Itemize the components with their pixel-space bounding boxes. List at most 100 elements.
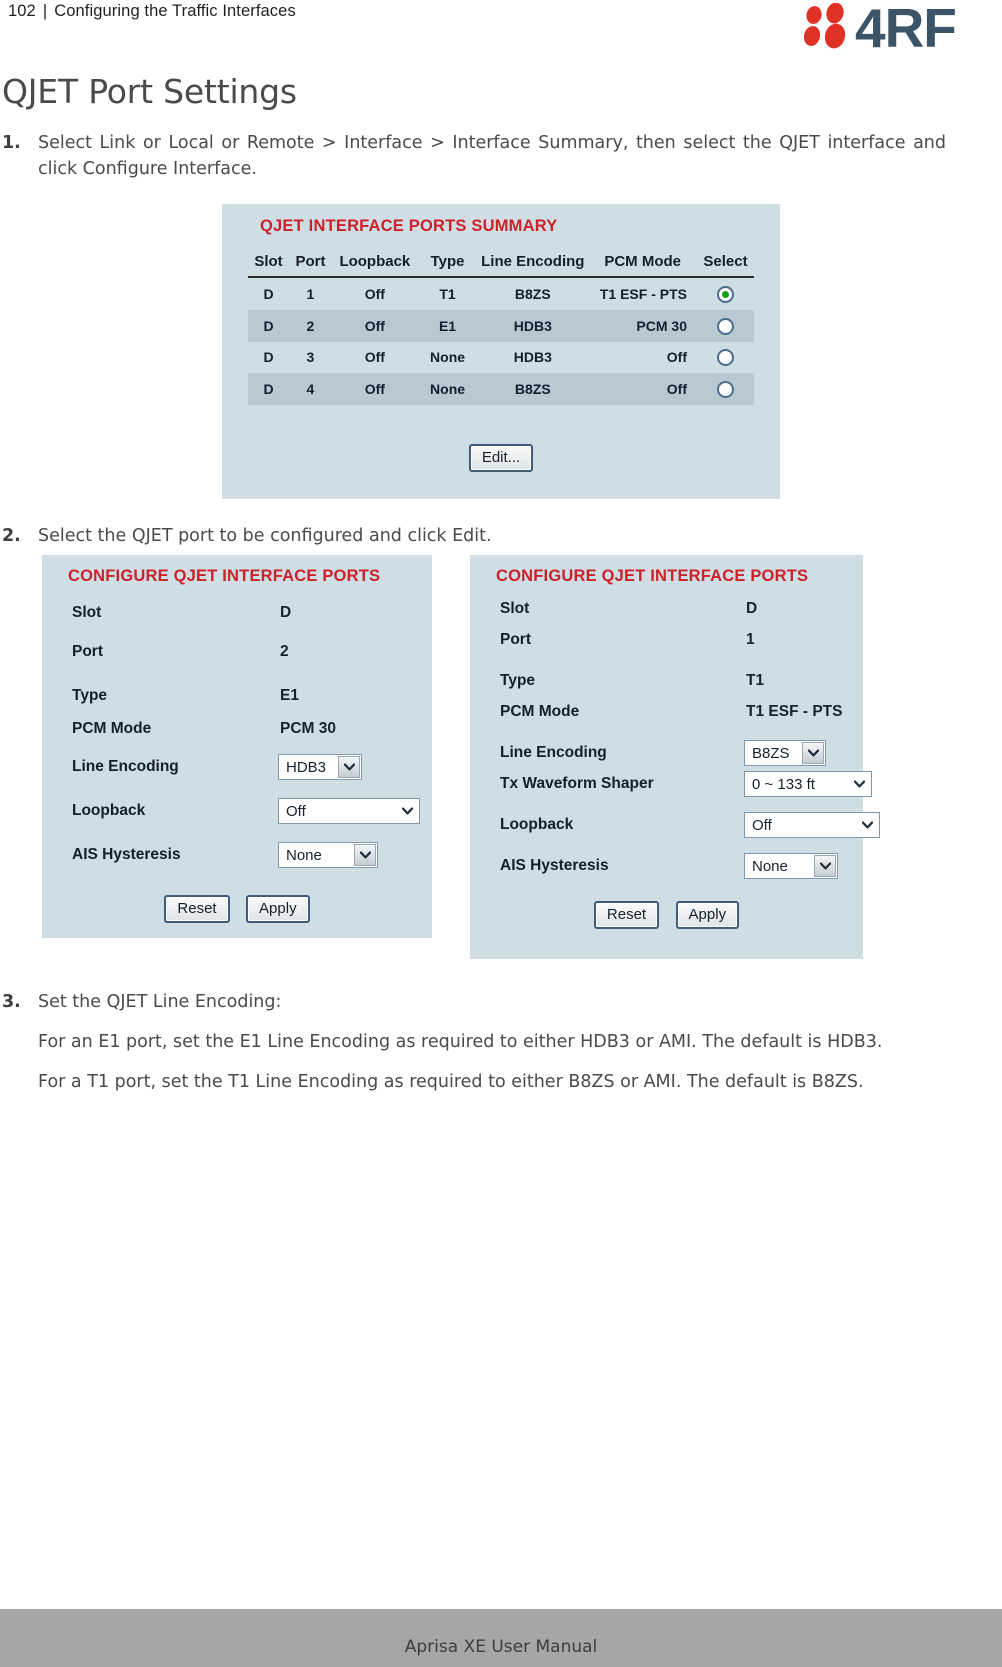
field-row-type: Type T1 [500,669,855,693]
table-row[interactable]: D 4 Off None B8ZS Off [248,373,754,406]
field-row-loopback: Loopback Off [500,812,880,838]
cell-slot: D [263,285,274,302]
column-header-loopback: Loopback [331,248,418,278]
cell-select[interactable] [696,309,754,342]
loopback-select-value: Off [286,802,306,820]
chevron-down-icon [814,855,836,877]
apply-button[interactable]: Apply [675,901,740,929]
label-port: Port [500,631,531,648]
field-row-loopback: Loopback Off [72,798,424,824]
chevron-down-icon [396,800,418,822]
loopback-select[interactable]: Off [278,798,420,824]
label-line-encoding: Line Encoding [72,758,179,775]
ports-summary-table: Slot Port Loopback Type Line Encoding PC… [248,248,754,406]
label-type: Type [72,687,108,704]
cell-select[interactable] [697,342,754,374]
configure-right-title: CONFIGURE QJET INTERFACE PORTS [496,567,809,585]
value-port: 2 [280,643,289,660]
footer-title: Aprisa XE User Manual [404,1637,598,1657]
tx-waveform-shaper-select[interactable]: 0 ~ 133 ft [744,771,872,797]
configure-right-button-row: Reset Apply [470,901,863,929]
cell-type: None [417,373,478,406]
cell-pcm-mode: T1 ESF - PTS [599,285,687,302]
cell-loopback: Off [364,349,385,366]
page-title: QJET Port Settings [2,72,297,111]
paragraph-e1-line-encoding: For an E1 port, set the E1 Line Encoding… [38,1032,883,1052]
ais-hysteresis-select[interactable]: None [278,842,378,868]
label-ais-hysteresis: AIS Hysteresis [72,846,181,863]
edit-button[interactable]: Edit... [468,444,534,472]
summary-panel-title: QJET INTERFACE PORTS SUMMARY [260,217,558,235]
field-row-pcm-mode: PCM Mode T1 ESF - PTS [500,700,855,724]
step-1: 1. Select Link or Local or Remote > Inte… [0,130,1002,182]
label-type: Type [500,672,536,689]
line-encoding-select-value: B8ZS [752,744,790,762]
page-header: 102 | Configuring the Traffic Interfaces 4… [0,0,1002,59]
field-row-port: Port 2 [72,640,424,664]
configure-qjet-panel-e1: CONFIGURE QJET INTERFACE PORTS Slot D Po… [42,555,432,938]
chevron-down-icon [856,814,878,836]
value-slot: D [280,604,292,621]
reset-button[interactable]: Reset [164,895,230,923]
cell-pcm-mode: Off [588,373,697,406]
label-tx-waveform-shaper: Tx Waveform Shaper [500,775,654,792]
cell-loopback: Off [331,309,418,342]
value-pcm-mode: PCM 30 [280,720,336,737]
table-row[interactable]: D 2 Off E1 HDB3 PCM 30 [248,309,754,342]
value-type: T1 [746,672,765,689]
field-row-slot: Slot D [500,597,855,621]
cell-select[interactable] [696,373,754,406]
field-row-line-encoding: Line Encoding HDB3 [72,754,424,780]
label-pcm-mode: PCM Mode [72,720,152,737]
label-pcm-mode: PCM Mode [500,703,580,720]
4rf-logo-svg: 4RF [803,0,957,59]
line-encoding-select-value: HDB3 [286,758,327,776]
select-radio-port-4[interactable] [716,381,734,399]
step-3-number: 3. [2,992,21,1012]
configure-left-title: CONFIGURE QJET INTERFACE PORTS [68,567,381,585]
chevron-down-icon [338,756,360,778]
header-section-title: Configuring the Traffic Interfaces [54,2,296,20]
reset-button[interactable]: Reset [593,901,660,929]
field-row-line-encoding: Line Encoding B8ZS [500,740,855,766]
label-port: Port [72,643,103,660]
edit-button-row: Edit... [222,444,780,472]
header-separator: | [42,2,48,20]
cell-type: T1 [439,285,456,302]
qjet-interface-ports-summary-panel: QJET INTERFACE PORTS SUMMARY Slot Port L… [222,204,780,499]
page-number: 102 [8,2,36,20]
field-row-ais-hysteresis: AIS Hysteresis None [72,842,424,868]
value-port: 1 [746,631,755,648]
select-radio-port-1[interactable] [716,285,734,303]
field-row-port: Port 1 [500,628,855,652]
cell-pcm-mode: Off [666,349,687,366]
cell-select[interactable] [697,277,754,310]
apply-button[interactable]: Apply [246,895,310,923]
ais-hysteresis-select[interactable]: None [744,853,838,879]
cell-port: 4 [289,373,332,406]
cell-slot: D [248,373,290,406]
column-header-port: Port [289,248,332,278]
cell-slot: D [263,349,274,366]
svg-text:4RF: 4RF [855,3,956,53]
label-slot: Slot [500,600,530,617]
line-encoding-select[interactable]: B8ZS [744,740,826,766]
column-header-select: Select [696,248,754,278]
cell-loopback: Off [331,373,418,406]
value-pcm-mode: T1 ESF - PTS [746,703,843,720]
4rf-logo: 4RF [800,0,990,59]
loopback-select[interactable]: Off [744,812,880,838]
select-radio-port-2[interactable] [716,317,734,335]
chevron-down-icon [848,773,870,795]
logo-dots-icon [803,2,846,49]
line-encoding-select[interactable]: HDB3 [278,754,362,780]
step-1-text: Select Link or Local or Remote > Interfa… [38,133,946,179]
cell-port: 1 [306,285,315,302]
select-radio-port-3[interactable] [716,349,734,367]
column-header-pcm-mode: PCM Mode [588,248,697,278]
table-row[interactable]: D 3 Off None HDB3 Off [248,342,754,374]
label-slot: Slot [72,604,102,621]
table-row[interactable]: D 1 Off T1 B8ZS T1 ESF - PTS [248,277,754,310]
column-header-type: Type [417,248,478,278]
cell-pcm-mode: PCM 30 [588,309,697,342]
